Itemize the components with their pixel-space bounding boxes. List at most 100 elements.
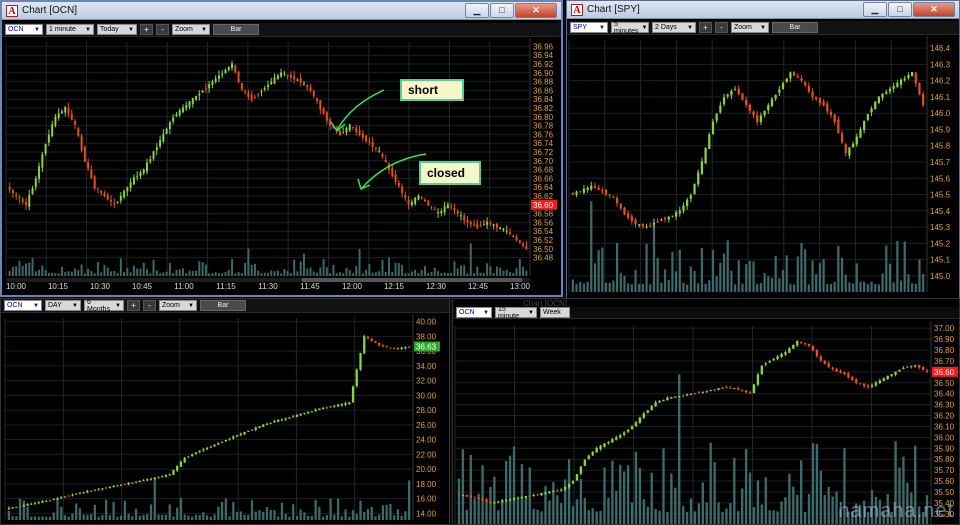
- volume-bar: [93, 504, 97, 520]
- chart-window-ocn-1min[interactable]: A Chart [OCN] ▁ □ ✕ OCN ▼ 1 minute ▼ Today…: [0, 0, 563, 297]
- volume-bar: [338, 272, 341, 276]
- close-button[interactable]: ✕: [913, 2, 955, 17]
- candle-body: [667, 216, 670, 220]
- close-button[interactable]: ✕: [515, 3, 557, 18]
- candle-body: [881, 93, 884, 98]
- volume-bar: [780, 501, 783, 524]
- candle-body: [512, 235, 515, 237]
- range-dropdown[interactable]: 6 Months ▼: [84, 299, 124, 313]
- bar-type-button[interactable]: Bar: [200, 300, 246, 311]
- maximize-button[interactable]: □: [490, 3, 514, 18]
- chart-window-ocn-daily[interactable]: OCN ▼ DAY ▼ 6 Months ▼ + - Zoom ▼ Bar 40.00 3…: [0, 298, 450, 525]
- candle-body: [296, 79, 299, 81]
- bar-type-button[interactable]: Bar: [213, 24, 259, 35]
- candle-body: [556, 490, 559, 492]
- volume-bar: [466, 273, 469, 276]
- volume-bar: [424, 266, 426, 276]
- zoom-dropdown[interactable]: Zoom ▼: [159, 300, 197, 311]
- chevron-down-icon: ▼: [760, 24, 766, 31]
- interval-dropdown[interactable]: 1 minute ▼: [46, 24, 94, 35]
- candle-body: [410, 201, 413, 205]
- interval-dropdown[interactable]: 15 minute ▼: [495, 306, 537, 320]
- chevron-down-icon: ▼: [641, 24, 648, 31]
- volume-bar: [221, 273, 224, 276]
- candle-body: [295, 415, 299, 417]
- candle-body: [34, 178, 37, 187]
- candle-body: [393, 348, 396, 350]
- candle-body: [892, 86, 895, 89]
- zoom-value: Zoom: [734, 24, 752, 31]
- volume-bar: [52, 512, 55, 520]
- chart-window-spy-5min[interactable]: A Chart [SPY] ▁ □ ✕ SPY ▼ 5 minutes ▼ 2 Da…: [566, 0, 960, 313]
- volume-bar: [469, 454, 472, 524]
- candle-body: [811, 91, 814, 97]
- candle-body: [501, 500, 504, 503]
- candle-body: [153, 477, 156, 480]
- volume-bar: [296, 271, 299, 276]
- ocn-15min-chart[interactable]: 37.00 36.90 36.80 36.70 36.60 36.50 36.40 36.30…: [453, 320, 959, 525]
- candle-body: [575, 474, 579, 481]
- volume-bar: [292, 504, 295, 520]
- volume-bar: [837, 245, 840, 292]
- spy-intraday-chart[interactable]: 146.4 146.3 146.2 146.1 146.0 145.9 145.8 145.7…: [567, 36, 959, 312]
- symbol-dropdown[interactable]: OCN ▼: [5, 24, 43, 35]
- zoom-in-button[interactable]: +: [127, 300, 140, 311]
- candle-body: [368, 141, 371, 143]
- volume-bar: [239, 511, 242, 520]
- volume-bar: [213, 514, 216, 520]
- symbol-value: SPY: [573, 24, 588, 31]
- candle-body: [473, 497, 476, 499]
- zoom-dropdown[interactable]: Zoom ▼: [172, 24, 210, 35]
- volume-bar: [888, 263, 892, 292]
- interval-dropdown[interactable]: DAY ▼: [45, 300, 81, 311]
- volume-bar: [807, 493, 811, 524]
- range-dropdown[interactable]: 2 Days ▼: [652, 22, 696, 33]
- zoom-in-button[interactable]: +: [140, 24, 153, 35]
- volume-bar: [345, 267, 348, 276]
- volume-bar: [800, 243, 803, 292]
- interval-dropdown[interactable]: 5 minutes ▼: [611, 21, 649, 35]
- candle-body: [316, 98, 319, 102]
- volume-bar: [201, 262, 204, 276]
- candle-body: [239, 433, 242, 436]
- volume-bar: [575, 283, 578, 292]
- bar-type-button[interactable]: Bar: [772, 22, 818, 33]
- y-axis-tick-label: 35.50: [934, 488, 955, 497]
- zoom-in-button[interactable]: +: [699, 22, 712, 33]
- range-dropdown[interactable]: Today ▼: [97, 24, 137, 35]
- candle-body: [7, 507, 10, 510]
- volume-bar: [146, 514, 149, 520]
- candle-body: [299, 78, 302, 83]
- volume-bar: [332, 264, 335, 276]
- zoom-out-button[interactable]: -: [715, 22, 728, 33]
- window-titlebar[interactable]: A Chart [SPY] ▁ □ ✕: [567, 1, 959, 19]
- chart-window-ocn-15min[interactable]: Chart [OCN] OCN ▼ 15 minute ▼ Week 37.00 36…: [452, 298, 960, 525]
- y-axis-tick-label: 36.48: [533, 254, 554, 263]
- volume-bar: [18, 498, 22, 520]
- volume-bar: [194, 514, 198, 520]
- maximize-button[interactable]: □: [888, 2, 912, 17]
- candle-body: [870, 108, 873, 113]
- zoom-out-button[interactable]: -: [143, 300, 156, 311]
- volume-bar: [214, 272, 217, 276]
- candle-body: [571, 481, 575, 484]
- volume-bar: [368, 264, 371, 276]
- volume-bar: [83, 273, 86, 276]
- zoom-value: Zoom: [162, 302, 180, 309]
- window-titlebar[interactable]: A Chart [OCN] ▁ □ ✕: [2, 2, 561, 20]
- volume-bar: [101, 514, 104, 520]
- symbol-dropdown[interactable]: OCN ▼: [4, 300, 42, 311]
- y-axis-tick-label: 34.00: [416, 362, 437, 371]
- range-dropdown[interactable]: Week: [540, 307, 570, 318]
- zoom-dropdown[interactable]: Zoom ▼: [731, 22, 769, 33]
- minimize-button[interactable]: ▁: [465, 3, 489, 18]
- symbol-dropdown[interactable]: OCN ▼: [456, 307, 492, 318]
- candle-body: [663, 218, 667, 220]
- candle-body: [819, 356, 823, 361]
- minimize-button[interactable]: ▁: [863, 2, 887, 17]
- symbol-dropdown[interactable]: SPY ▼: [570, 22, 608, 33]
- zoom-out-button[interactable]: -: [156, 24, 169, 35]
- candle-body: [318, 408, 321, 411]
- volume-bar: [131, 516, 134, 520]
- ocn-daily-chart[interactable]: 40.0038.0036.0034.0032.0030.0028.0026.00…: [1, 314, 449, 524]
